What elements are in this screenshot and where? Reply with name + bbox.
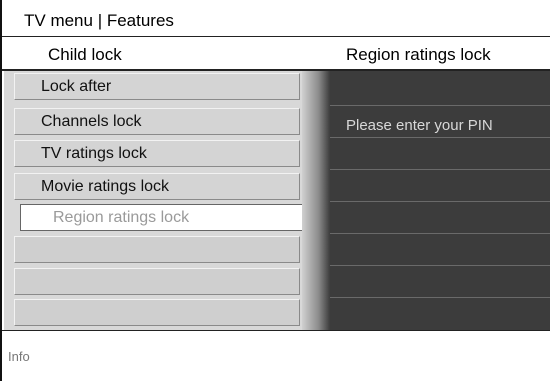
menu-item-lock-after[interactable]: Lock after <box>14 73 300 100</box>
menu-item-region-ratings-lock[interactable]: Region ratings lock <box>20 204 304 231</box>
panel-line <box>330 137 550 138</box>
panel-line <box>330 105 550 106</box>
menu-list: Lock after Channels lock TV ratings lock… <box>4 71 304 330</box>
info-label: Info <box>8 349 30 364</box>
pin-prompt: Please enter your PIN <box>346 117 493 134</box>
menu-item-label: Region ratings lock <box>53 209 190 226</box>
submenu-header: Child lock Region ratings lock <box>2 36 550 71</box>
menu-title: TV menu | Features <box>24 11 174 30</box>
pin-entry-panel: Please enter your PIN <box>302 71 550 330</box>
menu-item-label: Lock after <box>41 78 112 95</box>
menu-item-empty <box>14 268 300 295</box>
panel-edge-gradient <box>302 71 330 330</box>
menu-item-label: Channels lock <box>41 113 142 130</box>
panel-line <box>330 297 550 298</box>
info-bar: Info <box>2 330 550 382</box>
panel-line <box>330 233 550 234</box>
tv-menu-window: TV menu | Features Child lock Region rat… <box>0 0 550 382</box>
menu-item-label: Movie ratings lock <box>41 178 170 195</box>
menu-item-empty <box>14 236 300 263</box>
menu-item-empty <box>14 299 300 326</box>
menu-title-bar: TV menu | Features <box>2 0 550 37</box>
header-region-ratings-lock: Region ratings lock <box>346 45 491 64</box>
menu-item-label: TV ratings lock <box>41 145 147 162</box>
menu-item-tv-ratings-lock[interactable]: TV ratings lock <box>14 140 300 167</box>
header-child-lock: Child lock <box>48 45 122 64</box>
menu-item-movie-ratings-lock[interactable]: Movie ratings lock <box>14 173 300 200</box>
panel-line <box>330 169 550 170</box>
panel-line <box>330 201 550 202</box>
panel-line <box>330 265 550 266</box>
menu-item-channels-lock[interactable]: Channels lock <box>14 108 300 135</box>
